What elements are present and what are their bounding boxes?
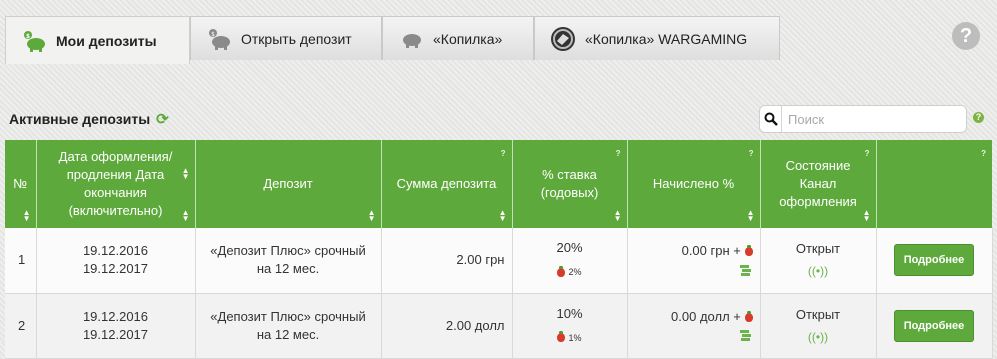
- row-rate: 10% 1%: [512, 293, 628, 359]
- help-icon: ?: [981, 149, 986, 158]
- row-deposit: «Депозит Плюс» срочный на 12 мес.: [195, 293, 382, 359]
- sort-icon: ▲ ▼: [181, 208, 190, 223]
- row-actions: Подробнее: [876, 293, 993, 359]
- help-icon[interactable]: ?: [952, 22, 980, 50]
- row-status: Открыт ((•)): [760, 228, 877, 294]
- tab-kopilka-wargaming[interactable]: «Копилка» WARGAMING: [534, 16, 780, 60]
- section-title-text: Активные депозиты: [9, 111, 151, 127]
- tab-label: Открыть депозит: [241, 30, 352, 47]
- tab-label: «Копилка» WARGAMING: [585, 30, 748, 47]
- col-date[interactable]: Дата оформления/ продления Дата окончани…: [36, 140, 196, 228]
- refresh-icon[interactable]: ⟳: [156, 110, 169, 128]
- search-input[interactable]: [782, 106, 966, 132]
- piggy-bank-icon: [397, 25, 425, 53]
- sort-icon: ▲ ▼: [613, 208, 622, 223]
- row-accrued: 0.00 грн +: [627, 228, 761, 294]
- sort-icon: ▲ ▼: [862, 208, 871, 223]
- help-icon: ?: [748, 149, 754, 158]
- col-accrued[interactable]: ? Начислено % ▲ ▼: [627, 140, 761, 228]
- berry-icon: [744, 310, 753, 322]
- help-icon: ?: [615, 149, 621, 158]
- table-row: 1 19.12.2016 19.12.2017 «Депозит Плюс» ср…: [5, 228, 993, 294]
- row-accrued: 0.00 долл +: [627, 293, 761, 359]
- broadcast-icon: ((•)): [807, 329, 829, 344]
- help-icon: ?: [500, 149, 506, 158]
- tab-open-deposit[interactable]: $ Открыть депозит: [190, 16, 382, 60]
- berry-icon: [557, 331, 566, 342]
- row-dates: 19.12.2016 19.12.2017: [36, 228, 196, 294]
- tab-my-deposits[interactable]: $ Мои депозиты: [5, 16, 190, 64]
- col-actions: ?: [876, 140, 992, 228]
- details-button[interactable]: Подробнее: [893, 309, 975, 342]
- table-row: 2 19.12.2016 19.12.2017 «Депозит Плюс» ср…: [5, 293, 993, 359]
- search-button[interactable]: [760, 106, 782, 132]
- col-status[interactable]: ? Состояние Канал оформления ▲ ▼: [760, 140, 877, 228]
- search-box: [759, 105, 967, 133]
- row-num: 2: [5, 293, 37, 359]
- broadcast-icon: ((•)): [807, 264, 829, 279]
- svg-text:$: $: [26, 33, 30, 40]
- search-help-icon[interactable]: ?: [973, 112, 984, 123]
- tab-label: «Копилка»: [433, 30, 503, 47]
- tab-bar: $ Мои депозиты $ Открыть депозит «Копилк…: [5, 16, 780, 64]
- row-amount: 2.00 грн: [381, 228, 513, 294]
- deposits-table: № ▲ ▼ Дата оформления/ продления Дата окон…: [5, 140, 993, 359]
- col-deposit[interactable]: Депозит ▲ ▼: [195, 140, 382, 228]
- row-status: Открыт ((•)): [760, 293, 877, 359]
- sort-icon: ▲ ▼: [746, 208, 755, 223]
- row-amount: 2.00 долл: [381, 293, 513, 359]
- row-num: 1: [5, 228, 37, 294]
- sort-icon: ▲ ▼: [498, 208, 507, 223]
- col-rate[interactable]: ?% ставка (годовых) ▲ ▼: [512, 140, 628, 228]
- sort-icon: ▲ ▼: [367, 208, 376, 223]
- tab-kopilka[interactable]: «Копилка»: [382, 16, 534, 60]
- piggy-bank-icon: $: [20, 27, 48, 55]
- row-deposit: «Депозит Плюс» срочный на 12 мес.: [195, 228, 382, 294]
- section-title: Активные депозиты ⟳: [9, 110, 169, 128]
- row-rate: 20% 2%: [512, 228, 628, 294]
- svg-text:$: $: [211, 31, 215, 38]
- sort-icon: ▲ ▼: [181, 166, 190, 181]
- sort-icon: ▲ ▼: [22, 208, 31, 223]
- col-amount[interactable]: ? Сумма депозита ▲ ▼: [381, 140, 513, 228]
- berry-icon: [744, 245, 753, 257]
- piggy-bank-coins-icon: $: [205, 25, 233, 53]
- search-icon: [764, 112, 778, 126]
- tab-label: Мои депозиты: [56, 32, 157, 49]
- wargaming-logo-icon: [549, 25, 577, 53]
- help-icon: ?: [864, 149, 870, 158]
- coins-icon: [739, 264, 751, 276]
- coins-icon: [739, 330, 751, 342]
- col-num[interactable]: № ▲ ▼: [5, 140, 37, 228]
- berry-icon: [557, 265, 566, 277]
- details-button[interactable]: Подробнее: [893, 244, 975, 277]
- row-actions: Подробнее: [876, 228, 993, 294]
- row-dates: 19.12.2016 19.12.2017: [36, 293, 196, 359]
